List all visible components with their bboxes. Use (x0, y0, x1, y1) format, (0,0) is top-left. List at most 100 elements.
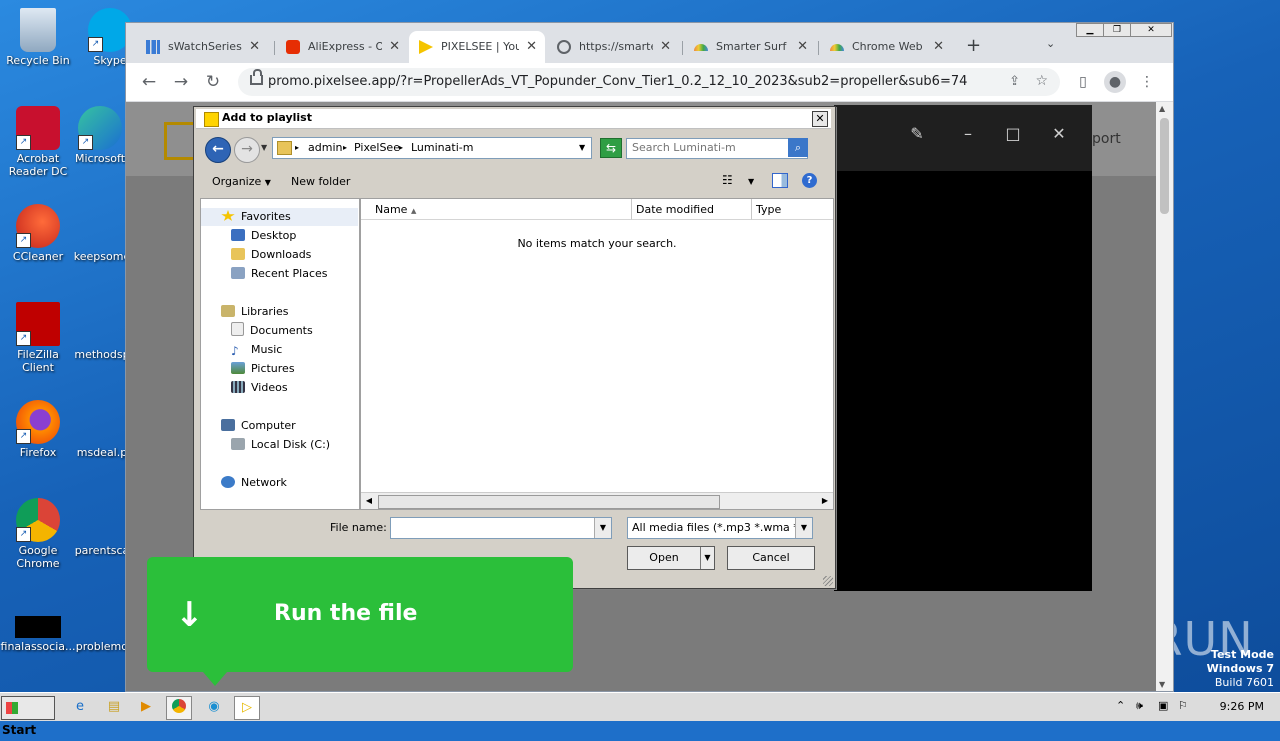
forward-arrow-icon[interactable]: → (234, 137, 260, 163)
nav-recent-places[interactable]: Recent Places (231, 265, 328, 283)
run-the-file-banner[interactable]: ↓ Run the file (147, 557, 573, 686)
breadcrumb-admin[interactable]: admin (308, 141, 342, 154)
pixelsee-taskbar-icon[interactable]: ▷ (234, 696, 260, 720)
address-dropdown-icon[interactable]: ▼ (579, 143, 585, 152)
tab-aliexpress[interactable]: AliExpress - Or ✕ (276, 31, 408, 63)
media-player-icon[interactable]: ▶ (134, 696, 158, 718)
scroll-up-icon[interactable]: ▲ (1159, 104, 1165, 113)
ie-icon[interactable]: e (68, 696, 92, 718)
profile-avatar-icon[interactable]: ● (1104, 71, 1126, 93)
organize-button[interactable]: Organize ▼ (212, 175, 271, 188)
reload-icon[interactable]: ↻ (203, 72, 223, 92)
scroll-right-icon[interactable]: ▶ (817, 493, 833, 509)
close-icon[interactable]: ✕ (1048, 123, 1070, 145)
tab-close-icon[interactable]: ✕ (797, 31, 808, 63)
tab-close-icon[interactable]: ✕ (933, 31, 944, 63)
breadcrumb-luminati[interactable]: Luminati-m (411, 141, 473, 154)
cancel-button[interactable]: Cancel (727, 546, 815, 570)
tab-chrome-web-store[interactable]: Chrome Web S ✕ (820, 31, 952, 63)
file-icon (80, 616, 124, 638)
tab-label: Chrome Web S (852, 40, 926, 53)
nav-documents[interactable]: Documents (231, 322, 313, 340)
scrollbar-thumb[interactable] (378, 495, 720, 509)
close-icon[interactable]: ✕ (1130, 23, 1172, 37)
chevron-down-icon[interactable]: ▼ (795, 518, 812, 538)
tray-expand-icon[interactable]: ⌃ (1116, 699, 1125, 712)
nav-videos[interactable]: Videos (231, 379, 288, 397)
new-tab-button[interactable]: + (966, 35, 981, 56)
page-scrollbar[interactable]: ▲ ▼ (1156, 102, 1173, 691)
search-box[interactable]: ⌕ (626, 138, 808, 159)
dialog-close-button[interactable]: ✕ (812, 111, 828, 127)
nav-music[interactable]: ♪ Music (231, 341, 282, 359)
file-type-filter-select[interactable]: All media files (*.mp3 *.wma *.w ▼ (627, 517, 813, 539)
column-header-type[interactable]: Type (752, 199, 833, 220)
back-arrow-icon[interactable]: ← (205, 137, 231, 163)
tab-smarter-surf[interactable]: Smarter Surf ✕ (684, 31, 816, 63)
desktop-icon-label: Microsoft (74, 152, 126, 165)
shortcut-arrow-icon: ↗ (78, 135, 93, 150)
horizontal-scrollbar[interactable]: ◀ ▶ (361, 492, 833, 509)
edge-taskbar-icon[interactable]: ◉ (202, 696, 226, 718)
open-button[interactable]: Open ▼ (627, 546, 715, 570)
refresh-icon[interactable]: ⇆ (600, 138, 622, 158)
column-header-date-modified[interactable]: Date modified (632, 199, 752, 220)
nav-local-disk[interactable]: Local Disk (C:) (231, 436, 330, 454)
explorer-folder-icon[interactable]: ▤ (102, 696, 126, 718)
help-icon[interactable]: ? (802, 173, 817, 188)
resize-grip-icon[interactable] (823, 576, 833, 586)
clock[interactable]: 9:26 PM (1220, 700, 1264, 713)
speaker-icon[interactable]: 🕪 (1136, 699, 1143, 713)
tab-search-chevron-icon[interactable]: ⌄ (1046, 37, 1055, 50)
nav-desktop[interactable]: Desktop (231, 227, 296, 245)
tab-smarter-url[interactable]: https://smarte ✕ (547, 31, 679, 63)
nav-network[interactable]: Network (221, 474, 287, 492)
chrome-taskbar-icon[interactable] (166, 696, 192, 720)
new-folder-button[interactable]: New folder (291, 175, 350, 188)
tab-pixelsee[interactable]: PIXELSEE | You ✕ (409, 31, 545, 63)
nav-favorites[interactable]: Favorites (201, 208, 358, 226)
view-options-icon[interactable]: ☷ (722, 173, 733, 187)
address-bar[interactable]: promo.pixelsee.app/?r=PropellerAds_VT_Po… (238, 68, 1060, 96)
maximize-icon[interactable]: □ (1002, 123, 1024, 145)
preview-pane-icon[interactable] (772, 173, 788, 188)
desktop-icon-recycle-bin[interactable]: Recycle Bin (0, 8, 76, 67)
minimize-icon[interactable]: – (957, 123, 979, 145)
nav-libraries[interactable]: Libraries (221, 303, 289, 321)
recent-locations-chevron-icon[interactable]: ▼ (261, 143, 267, 152)
scroll-left-icon[interactable]: ◀ (361, 493, 377, 509)
share-icon[interactable]: ⇪ (1009, 74, 1020, 89)
nav-computer[interactable]: Computer (221, 417, 296, 435)
view-dropdown-icon[interactable]: ▼ (748, 177, 754, 186)
action-center-flag-icon[interactable]: ⚐ (1178, 699, 1188, 712)
tab-close-icon[interactable]: ✕ (249, 31, 260, 63)
minimize-icon[interactable]: ▁ (1076, 23, 1104, 37)
nav-downloads[interactable]: Downloads (231, 246, 311, 264)
tab-close-icon[interactable]: ✕ (389, 31, 400, 63)
pin-icon[interactable]: ✎ (906, 123, 928, 145)
search-input[interactable] (627, 139, 792, 156)
file-name-combobox[interactable]: ▼ (390, 517, 612, 539)
bookmark-star-icon[interactable]: ☆ (1035, 73, 1048, 89)
restore-icon[interactable]: ❐ (1103, 23, 1131, 37)
breadcrumb-bar[interactable]: ▸ admin ▸ PixelSee ▸ Luminati-m ▼ (272, 137, 592, 159)
chevron-down-icon[interactable]: ▼ (594, 518, 611, 538)
back-arrow-icon[interactable]: ← (139, 72, 159, 92)
file-name-input[interactable] (391, 518, 599, 536)
videos-icon (231, 381, 245, 393)
side-panel-icon[interactable]: ▯ (1072, 71, 1094, 93)
tab-close-icon[interactable]: ✕ (526, 31, 537, 63)
tab-swatchseries[interactable]: sWatchSeries - ✕ (136, 31, 268, 63)
network-tray-icon[interactable]: ▣ (1158, 699, 1168, 712)
column-header-name[interactable]: Name ▲ (361, 199, 632, 220)
forward-arrow-icon[interactable]: → (171, 72, 191, 92)
scroll-down-icon[interactable]: ▼ (1159, 680, 1165, 689)
search-icon[interactable]: ⌕ (788, 138, 808, 157)
breadcrumb-pixelsee[interactable]: PixelSee (354, 141, 400, 154)
tab-close-icon[interactable]: ✕ (660, 31, 671, 63)
kebab-menu-icon[interactable]: ⋮ (1136, 71, 1158, 93)
nav-pictures[interactable]: Pictures (231, 360, 295, 378)
open-options-chevron-icon[interactable]: ▼ (700, 547, 714, 569)
start-button[interactable]: Start (1, 696, 55, 737)
scrollbar-thumb[interactable] (1160, 118, 1169, 214)
